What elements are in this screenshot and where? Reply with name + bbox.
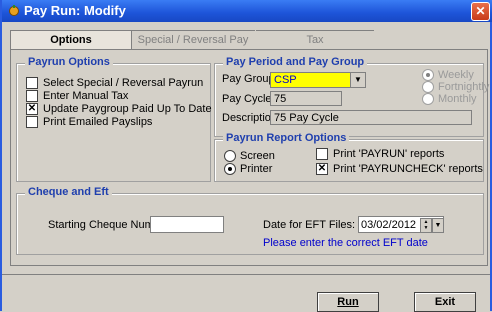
spinner-icon[interactable]: ▲ ▼ <box>420 218 432 233</box>
checkbox-label: Update Paygroup Paid Up To Date <box>43 103 212 115</box>
pay-cycle-label: Pay Cycle: <box>222 93 275 105</box>
frequency-weekly-radio: Weekly <box>422 69 474 81</box>
tab-special-reversal-pay[interactable]: Special / Reversal Pay <box>131 30 255 49</box>
group-title: Pay Period and Pay Group <box>223 56 368 68</box>
radio-button <box>224 150 236 162</box>
title-bar: Pay Run: Modify ✕ <box>2 0 492 22</box>
checkbox-label: Print 'PAYRUN' reports <box>333 148 445 160</box>
checkbox-box <box>316 148 328 160</box>
check-icon: ✕ <box>26 103 38 115</box>
pay-group-value: CSP <box>274 74 297 86</box>
output-printer-radio[interactable]: Printer <box>224 163 272 175</box>
button-label: Exit <box>434 296 456 308</box>
tab-label: Special / Reversal Pay <box>137 34 249 46</box>
radio-button <box>224 163 236 175</box>
update-paygroup-checkbox[interactable]: ✕ Update Paygroup Paid Up To Date <box>26 103 212 115</box>
pay-period-group: Pay Period and Pay Group Pay Group: CSP … <box>214 56 489 137</box>
close-button[interactable]: ✕ <box>471 2 490 21</box>
chevron-down-icon[interactable]: ▼ <box>432 218 444 233</box>
report-options-group: Payrun Report Options Screen Printer Pri… <box>214 132 484 182</box>
options-panel: Payrun Options Select Special / Reversal… <box>10 49 489 266</box>
select-special-reversal-checkbox[interactable]: Select Special / Reversal Payrun <box>26 77 203 89</box>
eft-date-picker[interactable]: 03/02/2012 ▲ ▼ ▼ <box>358 216 444 233</box>
output-screen-radio[interactable]: Screen <box>224 150 275 162</box>
payrun-options-group: Payrun Options Select Special / Reversal… <box>16 56 212 182</box>
radio-button <box>422 81 434 93</box>
checkbox-label: Print Emailed Payslips <box>43 116 153 128</box>
eft-date-value: 03/02/2012 <box>361 219 417 231</box>
group-title: Payrun Options <box>25 56 113 68</box>
checkbox-label: Select Special / Reversal Payrun <box>43 77 204 89</box>
radio-label: Weekly <box>438 69 474 81</box>
tab-label: Tax <box>306 34 324 46</box>
radio-button <box>422 69 434 81</box>
checkbox-box <box>26 77 38 89</box>
radio-button <box>422 93 434 105</box>
tab-tax[interactable]: Tax <box>256 30 374 49</box>
eft-date-label: Date for EFT Files: <box>263 219 356 231</box>
radio-label: Monthly <box>438 93 477 105</box>
enter-manual-tax-checkbox[interactable]: Enter Manual Tax <box>26 90 128 102</box>
print-payruncheck-checkbox[interactable]: ✕ Print 'PAYRUNCHECK' reports <box>316 163 483 175</box>
checkbox-box <box>26 90 38 102</box>
app-icon <box>9 5 19 16</box>
exit-button[interactable]: Exit <box>414 292 476 312</box>
print-payrun-checkbox[interactable]: Print 'PAYRUN' reports <box>316 148 444 160</box>
frequency-fortnightly-radio: Fortnightly <box>422 81 489 93</box>
description-field: 75 Pay Cycle <box>270 110 472 125</box>
checkbox-box <box>26 116 38 128</box>
group-title: Cheque and Eft <box>25 186 112 198</box>
window-title: Pay Run: Modify <box>24 3 126 18</box>
radio-label: Printer <box>240 163 273 175</box>
checkbox-label: Enter Manual Tax <box>43 90 129 102</box>
radio-label: Fortnightly <box>438 81 490 93</box>
eft-date-note: Please enter the correct EFT date <box>263 237 428 249</box>
pay-run-window: Pay Run: Modify ✕ Options Special / Reve… <box>0 0 492 312</box>
tab-label: Options <box>50 34 92 46</box>
frequency-monthly-radio: Monthly <box>422 93 477 105</box>
cheque-eft-group: Cheque and Eft Starting Cheque Number: D… <box>16 186 484 255</box>
button-label: Run <box>337 296 359 308</box>
checkbox-label: Print 'PAYRUNCHECK' reports <box>333 163 483 175</box>
check-icon: ✕ <box>316 163 328 175</box>
status-bar <box>2 274 490 288</box>
run-button[interactable]: Run <box>317 292 379 312</box>
group-title: Payrun Report Options <box>223 132 350 144</box>
radio-label: Screen <box>240 150 275 162</box>
pay-cycle-field: 75 <box>270 91 342 106</box>
tab-options[interactable]: Options <box>10 30 132 49</box>
pay-group-select[interactable]: CSP ▼ <box>270 72 366 88</box>
chevron-down-icon[interactable]: ▼ <box>350 73 365 87</box>
starting-cheque-input[interactable] <box>150 216 224 233</box>
print-emailed-payslips-checkbox[interactable]: Print Emailed Payslips <box>26 116 152 128</box>
